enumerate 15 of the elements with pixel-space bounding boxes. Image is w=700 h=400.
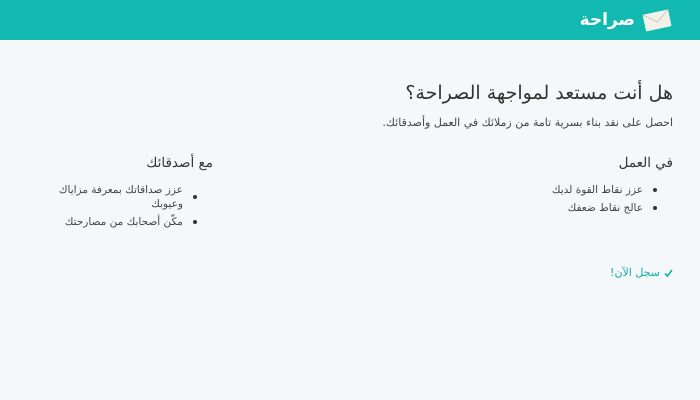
bullet-icon (192, 195, 197, 199)
section-heading: مع أصدقائك (145, 155, 213, 171)
hero-subtitle: احصل على نقد بناء بسرية تامة من زملائك في العمل وأصدقائك. (381, 116, 673, 129)
signup-link[interactable]: سجل الآن! (610, 266, 673, 279)
bullet-icon (653, 206, 657, 210)
hero-title: هل أنت مستعد لمواجهة الصراحة؟ (404, 82, 673, 104)
list-item-text: عالج نقاط ضعفك (568, 201, 643, 215)
bullet-icon (192, 220, 197, 224)
list-item-text: مكّن أصحابك من مصارحتك (64, 215, 183, 229)
checkmark-icon (664, 268, 673, 276)
section-heading: في العمل (618, 155, 673, 171)
brand-name[interactable]: صراحة (580, 10, 635, 30)
list-item-text: عزز نقاط القوة لديك (552, 183, 643, 197)
list-item-text: عزز صداقاتك بمعرفة مزاياك وعيوبك (58, 183, 183, 211)
bullet-icon (653, 188, 657, 192)
